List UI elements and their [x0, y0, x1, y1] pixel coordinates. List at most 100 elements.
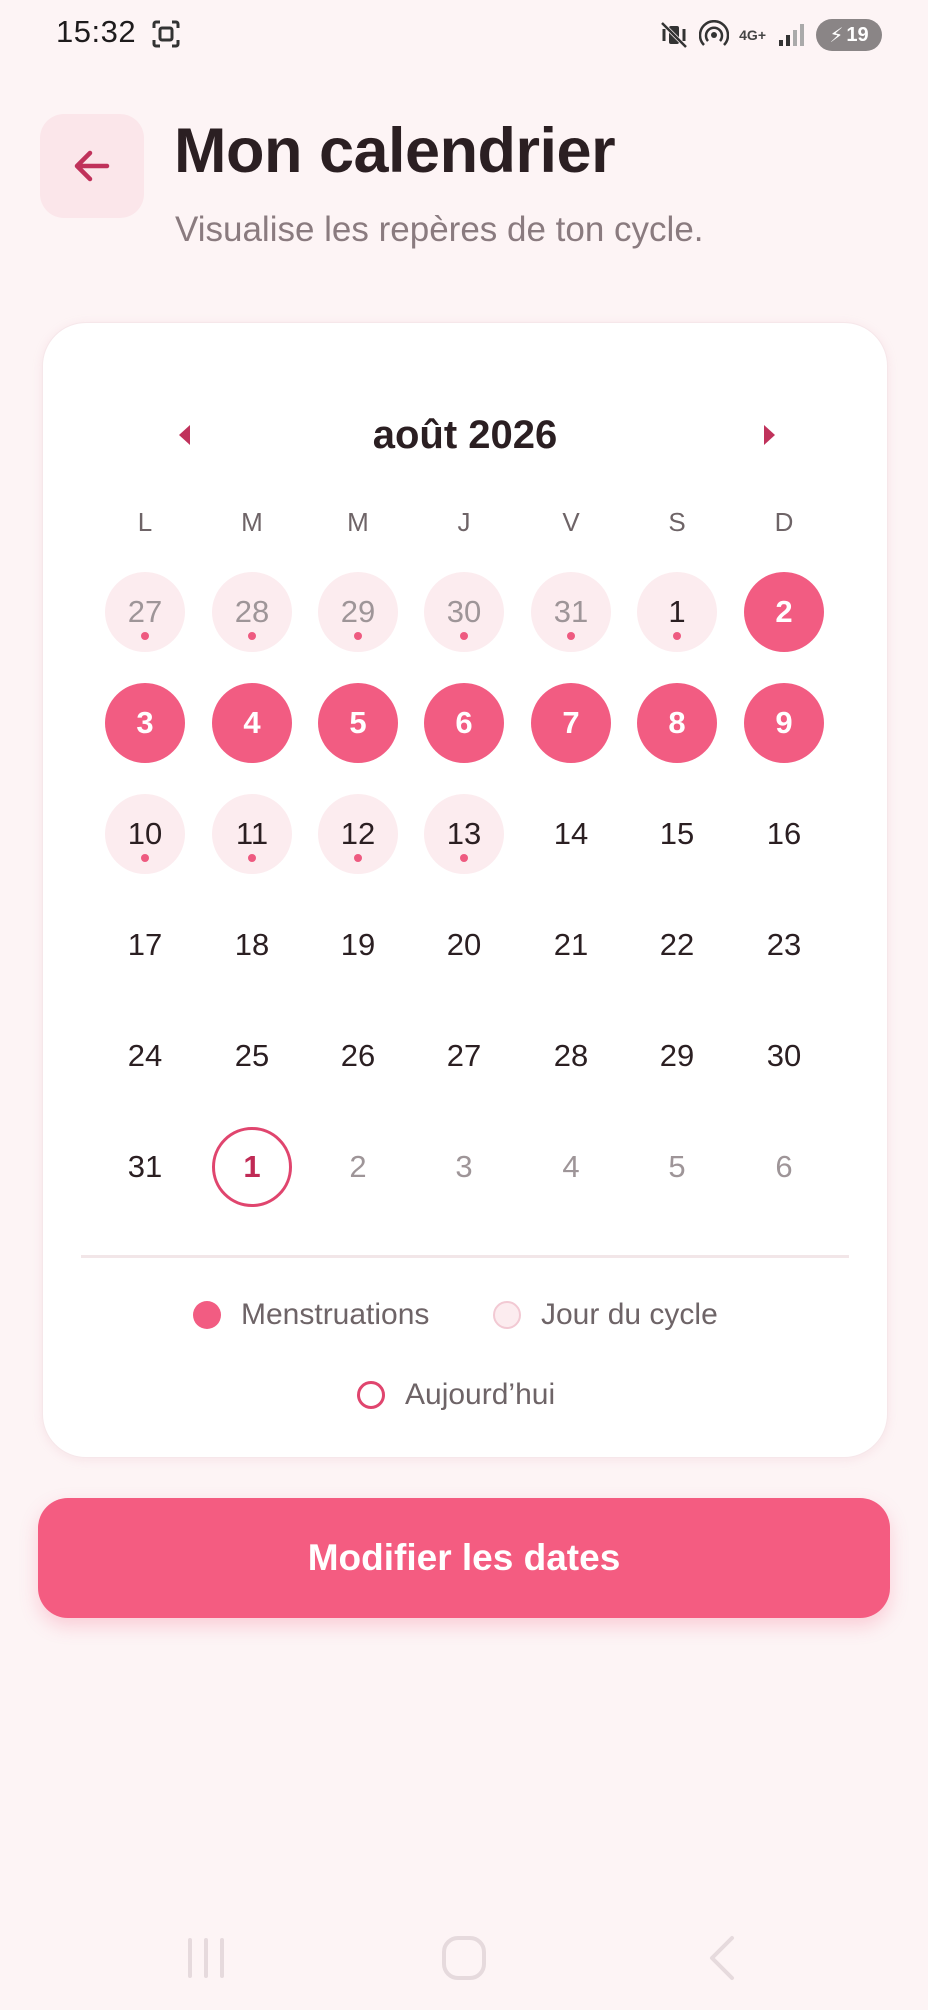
legend-cycle-day: Jour du cycle: [493, 1298, 718, 1332]
day-cell-cycle[interactable]: 1: [637, 572, 717, 652]
back-button[interactable]: [40, 114, 144, 218]
page-subtitle: Visualise les repères de ton cycle.: [175, 210, 704, 249]
day-cell[interactable]: 2: [318, 1127, 398, 1207]
cycle-dot-icon: [248, 854, 256, 862]
day-number: 29: [340, 594, 376, 629]
day-number: 23: [766, 927, 802, 962]
day-cell-period[interactable]: 9: [744, 683, 824, 763]
day-number: 28: [553, 1038, 589, 1073]
day-cell-cycle[interactable]: 10: [105, 794, 185, 874]
day-number: 4: [562, 1149, 580, 1184]
day-cell[interactable]: 19: [318, 905, 398, 985]
day-number: 14: [553, 816, 589, 851]
day-cell[interactable]: 16: [744, 794, 824, 874]
cycle-dot-icon: [673, 632, 681, 640]
day-number: 16: [766, 816, 802, 851]
day-cell[interactable]: 28: [531, 1016, 611, 1096]
calendar-grid: 27 28 29 30 31 1 2 3 4 5 6 7 8 9 10 11 12 13 14 15 16 17 18 19 2…: [43, 323, 887, 1223]
day-number: 15: [659, 816, 695, 851]
day-cell[interactable]: 6: [744, 1127, 824, 1207]
day-number: 9: [775, 705, 793, 740]
calendar-card: août 2026 LMMJVSD 27 28 29 30 31 1 2 3 4 5 6 7 8 9 10 1…: [42, 322, 888, 1458]
day-number: 26: [340, 1038, 376, 1073]
cycle-dot-icon: [354, 632, 362, 640]
day-cell[interactable]: 15: [637, 794, 717, 874]
day-number: 2: [349, 1149, 367, 1184]
day-number: 29: [659, 1038, 695, 1073]
day-cell-period[interactable]: 5: [318, 683, 398, 763]
day-number: 17: [127, 927, 163, 962]
recent-apps-icon[interactable]: [176, 1928, 236, 1988]
battery-indicator: ⚡ 19: [816, 19, 882, 51]
day-cell-cycle[interactable]: 30: [424, 572, 504, 652]
legend-today-label: Aujourd’hui: [405, 1378, 556, 1411]
day-cell[interactable]: 17: [105, 905, 185, 985]
day-cell[interactable]: 23: [744, 905, 824, 985]
day-cell[interactable]: 30: [744, 1016, 824, 1096]
day-cell-period[interactable]: 2: [744, 572, 824, 652]
day-cell-period[interactable]: 7: [531, 683, 611, 763]
day-cell[interactable]: 22: [637, 905, 717, 985]
edit-dates-button[interactable]: Modifier les dates: [38, 1498, 890, 1618]
day-cell-cycle[interactable]: 27: [105, 572, 185, 652]
signal-icon: [779, 24, 804, 46]
status-icons: 4G+ ⚡ 19: [659, 16, 882, 54]
day-number: 10: [127, 816, 163, 851]
day-number: 5: [349, 705, 367, 740]
home-icon[interactable]: [434, 1928, 494, 1988]
day-cell-period[interactable]: 8: [637, 683, 717, 763]
day-number: 22: [659, 927, 695, 962]
day-number: 8: [668, 705, 686, 740]
day-cell[interactable]: 18: [212, 905, 292, 985]
day-number: 3: [136, 705, 154, 740]
day-cell[interactable]: 14: [531, 794, 611, 874]
day-number: 4: [243, 705, 261, 740]
day-number: 5: [668, 1149, 686, 1184]
day-number: 18: [234, 927, 270, 962]
day-number: 1: [243, 1149, 261, 1184]
day-number: 13: [446, 816, 482, 851]
day-cell-cycle[interactable]: 12: [318, 794, 398, 874]
day-cell-period[interactable]: 4: [212, 683, 292, 763]
day-cell[interactable]: 5: [637, 1127, 717, 1207]
legend-today: Aujourd’hui: [357, 1378, 555, 1412]
day-cell[interactable]: 25: [212, 1016, 292, 1096]
cycle-dot-icon: [354, 854, 362, 862]
day-number: 12: [340, 816, 376, 851]
cycle-dot-icon: [567, 632, 575, 640]
day-cell[interactable]: 4: [531, 1127, 611, 1207]
day-cell[interactable]: 24: [105, 1016, 185, 1096]
day-cell-cycle[interactable]: 13: [424, 794, 504, 874]
cycle-dot-icon: [141, 632, 149, 640]
day-number: 24: [127, 1038, 163, 1073]
day-cell[interactable]: 20: [424, 905, 504, 985]
day-number: 25: [234, 1038, 270, 1073]
legend-period: Menstruations: [193, 1298, 429, 1332]
day-cell-cycle[interactable]: 31: [531, 572, 611, 652]
day-cell[interactable]: 21: [531, 905, 611, 985]
mute-vibrate-icon: [660, 21, 688, 49]
day-cell[interactable]: 29: [637, 1016, 717, 1096]
day-cell-today[interactable]: 1: [212, 1127, 292, 1207]
day-cell[interactable]: 26: [318, 1016, 398, 1096]
day-cell-period[interactable]: 6: [424, 683, 504, 763]
day-cell[interactable]: 27: [424, 1016, 504, 1096]
page-title: Mon calendrier: [174, 116, 616, 186]
day-number: 21: [553, 927, 589, 962]
day-number: 2: [775, 594, 793, 629]
today-swatch: [357, 1381, 385, 1409]
day-cell[interactable]: 31: [105, 1127, 185, 1207]
day-number: 30: [766, 1038, 802, 1073]
charging-icon: ⚡: [829, 24, 844, 47]
day-number: 27: [446, 1038, 482, 1073]
day-cell-cycle[interactable]: 29: [318, 572, 398, 652]
day-cell-period[interactable]: 3: [105, 683, 185, 763]
legend-period-label: Menstruations: [241, 1298, 430, 1331]
legend-cycle-label: Jour du cycle: [541, 1298, 718, 1331]
day-number: 7: [562, 705, 580, 740]
day-cell-cycle[interactable]: 28: [212, 572, 292, 652]
day-cell[interactable]: 3: [424, 1127, 504, 1207]
day-number: 28: [234, 594, 270, 629]
day-cell-cycle[interactable]: 11: [212, 794, 292, 874]
back-nav-icon[interactable]: [694, 1928, 754, 1988]
